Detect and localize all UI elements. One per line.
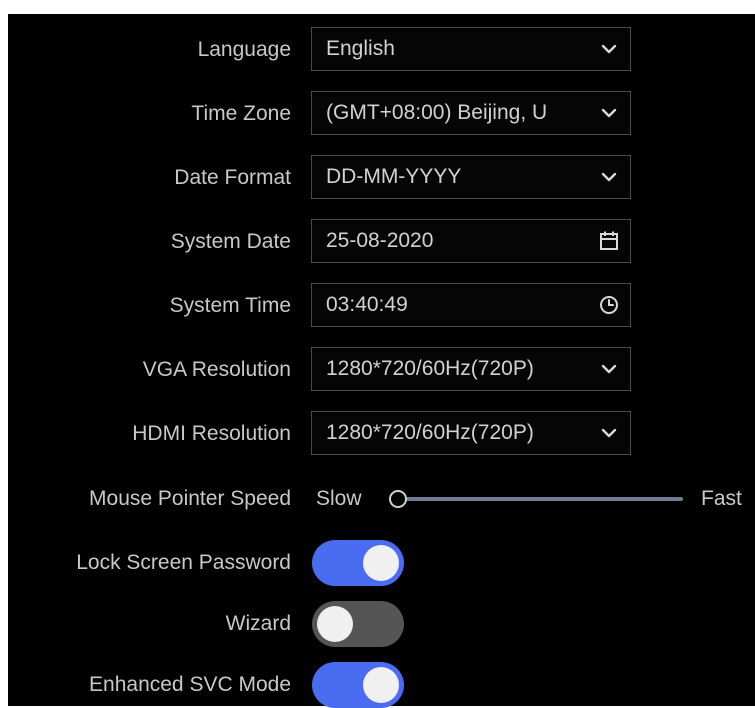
language-value: English [326,37,395,60]
enhanced-svc-mode-toggle[interactable] [312,662,404,708]
system-date-row: System Date 25-08-2020 [8,219,755,265]
hdmi-resolution-select[interactable]: 1280*720/60Hz(720P) [311,411,631,455]
chevron-down-icon [601,428,617,438]
speed-slider-thumb[interactable] [389,490,407,508]
vga-resolution-label: VGA Resolution [142,358,291,381]
time-zone-value: (GMT+08:00) Beijing, U [326,101,548,124]
system-time-label: System Time [169,294,291,317]
speed-slider-track[interactable] [398,497,683,501]
date-format-label: Date Format [174,166,291,189]
lock-screen-password-toggle[interactable] [312,540,404,586]
time-zone-label: Time Zone [191,102,291,125]
date-format-value: DD-MM-YYYY [326,165,462,188]
enhanced-svc-mode-label: Enhanced SVC Mode [89,673,291,696]
calendar-icon[interactable] [598,231,620,251]
system-date-value: 25-08-2020 [326,229,434,252]
toggle-knob [317,606,353,642]
clock-icon[interactable] [598,295,620,315]
slider-max-label: Fast [701,487,742,510]
time-zone-select[interactable]: (GMT+08:00) Beijing, U [311,91,631,135]
chevron-down-icon [601,108,617,118]
slider-min-label: Slow [316,487,362,510]
time-zone-row: Time Zone (GMT+08:00) Beijing, U [8,91,755,137]
chevron-down-icon [601,172,617,182]
enhanced-svc-mode-row: Enhanced SVC Mode [8,662,755,708]
chevron-down-icon [601,44,617,54]
language-select[interactable]: English [311,27,631,71]
lock-screen-password-row: Lock Screen Password [8,540,755,586]
toggle-knob [363,545,399,581]
wizard-label: Wizard [225,612,291,635]
toggle-knob [363,667,399,703]
system-time-field[interactable]: 03:40:49 [311,283,631,327]
system-time-row: System Time 03:40:49 [8,283,755,329]
hdmi-resolution-row: HDMI Resolution 1280*720/60Hz(720P) [8,411,755,457]
mouse-pointer-speed-row: Mouse Pointer Speed Slow Fast [8,476,755,522]
system-date-label: System Date [170,230,291,253]
system-date-field[interactable]: 25-08-2020 [311,219,631,263]
date-format-row: Date Format DD-MM-YYYY [8,155,755,201]
settings-panel: Language English Time Zone (GMT+08:00) B… [8,14,755,708]
screenshot-frame: Language English Time Zone (GMT+08:00) B… [0,0,755,708]
vga-resolution-row: VGA Resolution 1280*720/60Hz(720P) [8,347,755,393]
vga-resolution-select[interactable]: 1280*720/60Hz(720P) [311,347,631,391]
mouse-pointer-speed-label: Mouse Pointer Speed [89,487,291,510]
wizard-toggle[interactable] [312,601,404,647]
lock-screen-password-label: Lock Screen Password [76,551,291,574]
vga-resolution-value: 1280*720/60Hz(720P) [326,357,534,380]
chevron-down-icon [601,364,617,374]
language-label: Language [197,38,291,61]
hdmi-resolution-label: HDMI Resolution [132,422,291,445]
language-row: Language English [8,27,755,73]
hdmi-resolution-value: 1280*720/60Hz(720P) [326,421,534,444]
system-time-value: 03:40:49 [326,293,408,316]
date-format-select[interactable]: DD-MM-YYYY [311,155,631,199]
wizard-row: Wizard [8,601,755,647]
